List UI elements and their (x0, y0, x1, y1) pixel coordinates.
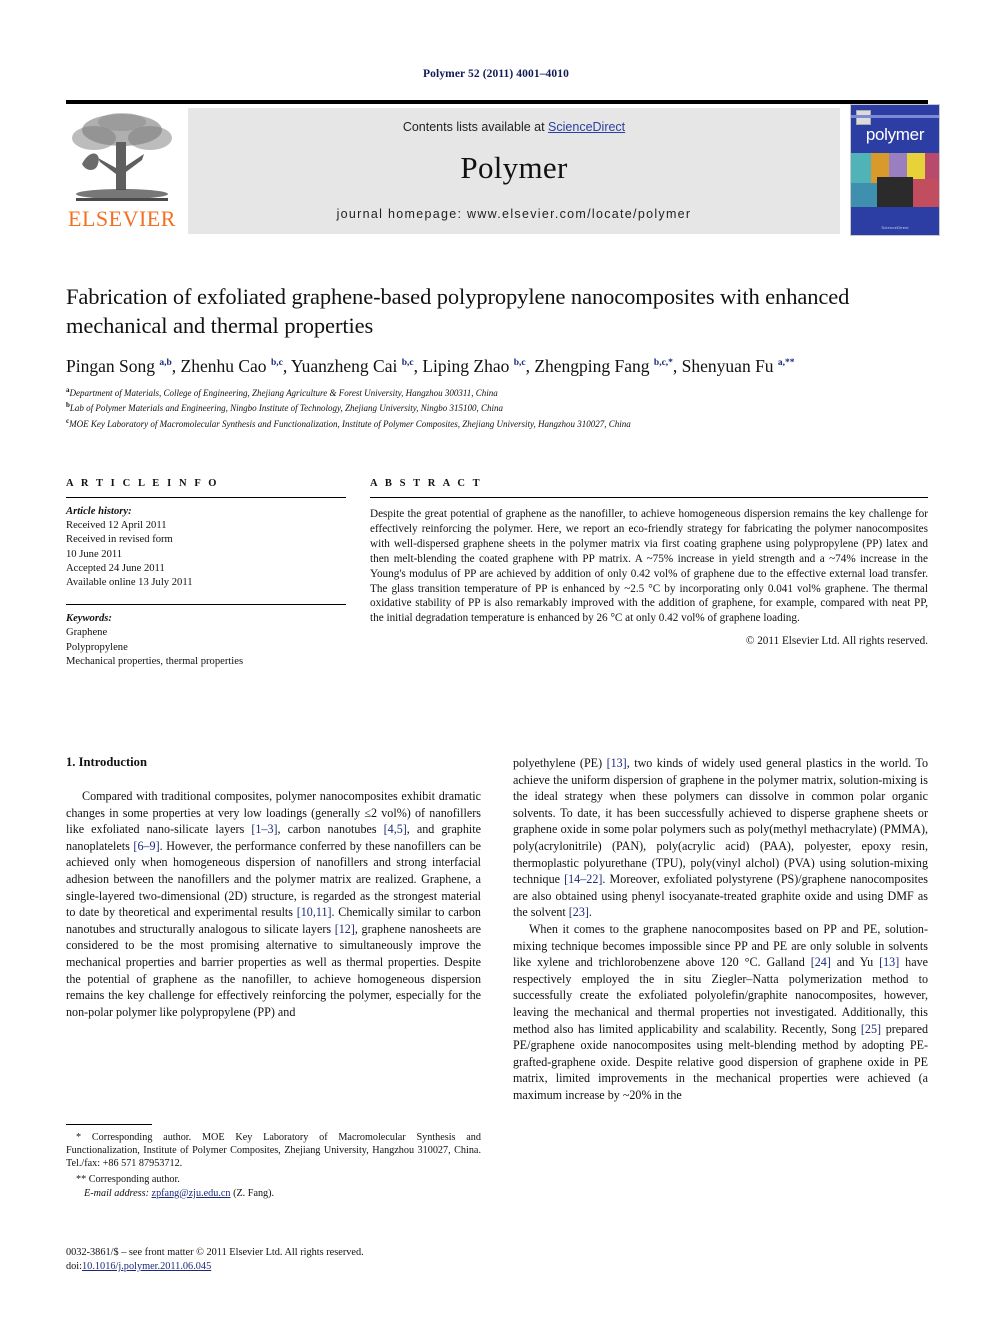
cover-stripe (851, 115, 939, 118)
title-block: Fabrication of exfoliated graphene-based… (66, 282, 928, 430)
footnote-block: * Corresponding author. MOE Key Laborato… (66, 1124, 481, 1200)
keyword-item: Polypropylene (66, 641, 128, 653)
doi-link[interactable]: 10.1016/j.polymer.2011.06.045 (82, 1261, 211, 1272)
footnote-corresponding-author-2: ** Corresponding author. (76, 1173, 180, 1185)
affiliation-text: Lab of Polymer Materials and Engineering… (69, 403, 504, 414)
affiliation-list: aDepartment of Materials, College of Eng… (66, 384, 928, 430)
article-history-label: Article history: (66, 506, 132, 517)
abstract-divider (370, 497, 928, 498)
contents-prefix: Contents lists available at (402, 120, 549, 134)
journal-masthead: ELSEVIER Contents lists available at Sci… (66, 100, 940, 236)
keyword-item: Graphene (66, 627, 108, 639)
abstract-text: Despite the great potential of graphene … (370, 508, 928, 625)
history-item: 10 June 2011 (66, 548, 123, 560)
journal-cover-thumbnail[interactable]: polymer ScienceDirect (850, 104, 940, 236)
cover-footer-text: ScienceDirect (881, 225, 909, 230)
affiliation-text: Department of Materials, College of Engi… (69, 387, 498, 398)
keyword-item: Mechanical properties, thermal propertie… (66, 655, 244, 667)
affiliation-text: MOE Key Laboratory of Macromolecular Syn… (69, 418, 631, 429)
article-info-column: A R T I C L E I N F O Article history: R… (66, 478, 346, 669)
footnote-rule (66, 1124, 152, 1125)
affiliation-item: aDepartment of Materials, College of Eng… (66, 384, 928, 399)
doi-line: doi:10.1016/j.polymer.2011.06.045 (66, 1260, 496, 1274)
running-head: Polymer 52 (2011) 4001–4010 (423, 68, 569, 80)
sciencedirect-link[interactable]: ScienceDirect (548, 120, 625, 134)
doi-prefix: doi: (66, 1260, 83, 1272)
email-owner: (Z. Fang). (233, 1187, 275, 1199)
journal-homepage-line[interactable]: journal homepage: www.elsevier.com/locat… (188, 207, 840, 221)
paragraph: Compared with traditional composites, po… (66, 789, 481, 1019)
section-heading-introduction: 1. Introduction (66, 755, 147, 769)
article-info-heading: A R T I C L E I N F O (66, 478, 220, 489)
footnote-corresponding-author-1: * Corresponding author. MOE Key Laborato… (66, 1132, 481, 1170)
author-list: Pingan Song a,b, Zhenhu Cao b,c, Yuanzhe… (66, 355, 795, 376)
imprint-block: 0032-3861/$ – see front matter © 2011 El… (66, 1246, 496, 1273)
affiliation-item: cMOE Key Laboratory of Macromolecular Sy… (66, 415, 928, 430)
abstract-copyright: © 2011 Elsevier Ltd. All rights reserved… (745, 635, 928, 648)
masthead-grey-band: Contents lists available at ScienceDirec… (188, 108, 840, 234)
keywords-divider (66, 604, 346, 606)
elsevier-wordmark: ELSEVIER (68, 206, 176, 231)
journal-title: Polymer (460, 150, 568, 185)
paragraph: polyethylene (PE) [13], two kinds of wid… (513, 756, 928, 920)
body-column-left: 1. Introduction Compared with traditiona… (66, 755, 481, 1020)
history-item: Accepted 24 June 2011 (66, 562, 165, 574)
history-item: Received in revised form (66, 534, 173, 546)
paragraph: When it comes to the graphene nanocompos… (513, 921, 928, 1102)
abstract-heading: A B S T R A C T (370, 478, 483, 489)
journal-article-page: Polymer 52 (2011) 4001–4010 ELSEVIER Con… (0, 0, 992, 1323)
keywords-list: Keywords: Graphene Polypropylene Mechani… (66, 612, 346, 669)
history-item: Received 12 April 2011 (66, 520, 167, 532)
elsevier-tree-icon (72, 113, 172, 201)
history-item: Available online 13 July 2011 (66, 577, 193, 589)
page-title: Fabrication of exfoliated graphene-based… (66, 284, 850, 338)
contents-available-line: Contents lists available at ScienceDirec… (188, 120, 840, 134)
masthead-rule (66, 100, 928, 104)
article-history: Article history: Received 12 April 2011 … (66, 505, 346, 590)
elsevier-logo: ELSEVIER (66, 108, 178, 234)
footnote-email-line: E-mail address: zpfang@zju.edu.cn (Z. Fa… (66, 1187, 481, 1200)
email-link[interactable]: zpfang@zju.edu.cn (152, 1188, 231, 1199)
article-info-divider (66, 497, 346, 498)
email-address-label: E-mail address: (84, 1187, 149, 1199)
cover-mosaic-images (851, 153, 939, 211)
body-column-right: polyethylene (PE) [13], two kinds of wid… (513, 755, 928, 1103)
issn-copyright-line: 0032-3861/$ – see front matter © 2011 El… (66, 1247, 364, 1258)
cover-journal-title: polymer (865, 125, 925, 144)
abstract-column: A B S T R A C T Despite the great potent… (370, 478, 928, 647)
affiliation-item: bLab of Polymer Materials and Engineerin… (66, 399, 928, 414)
keywords-label: Keywords: (66, 613, 112, 625)
